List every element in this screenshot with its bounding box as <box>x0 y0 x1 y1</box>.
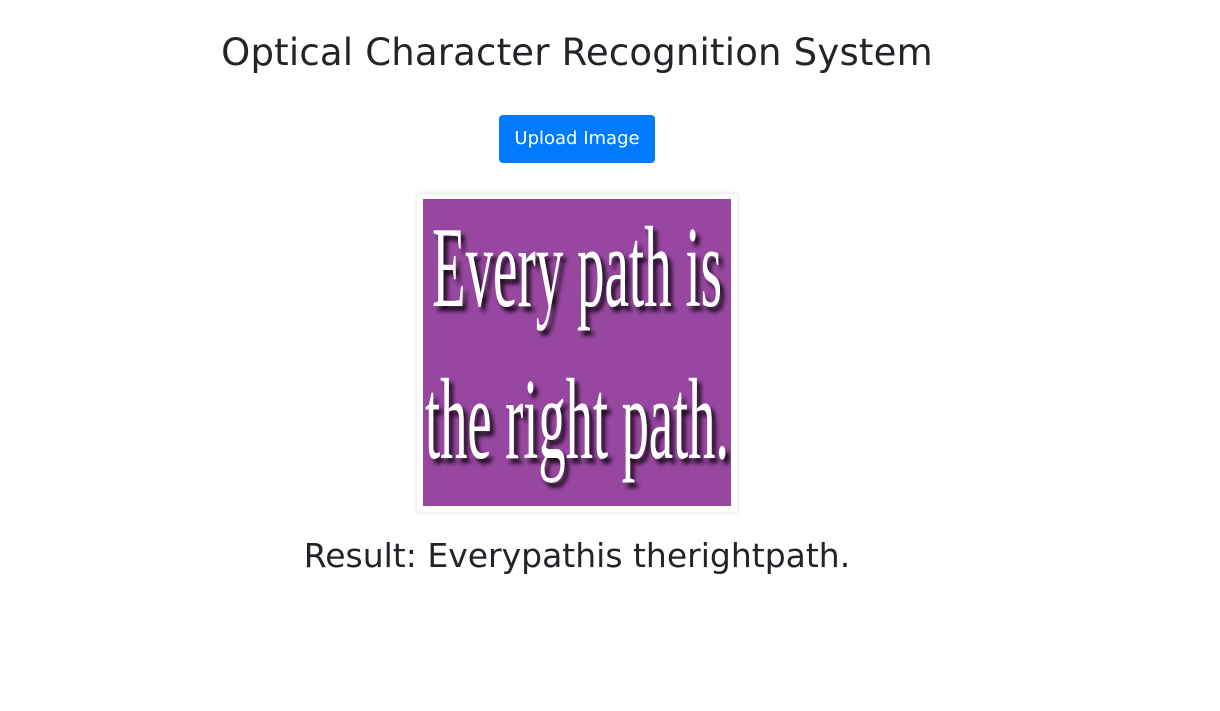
result-text: Result: Everypathis therightpath. <box>0 534 1154 578</box>
result-value: Everypathis therightpath. <box>427 536 851 575</box>
image-text-line-1: Every path is <box>432 204 722 332</box>
uploaded-image: Every path is the right path. <box>423 199 731 506</box>
page: Optical Character Recognition System Upl… <box>0 0 1220 711</box>
result-label: Result: <box>303 536 428 575</box>
upload-image-button[interactable]: Upload Image <box>499 115 655 163</box>
uploaded-image-frame: Every path is the right path. <box>416 193 738 513</box>
image-text-line-2: the right path. <box>425 356 729 484</box>
page-title: Optical Character Recognition System <box>221 31 933 74</box>
